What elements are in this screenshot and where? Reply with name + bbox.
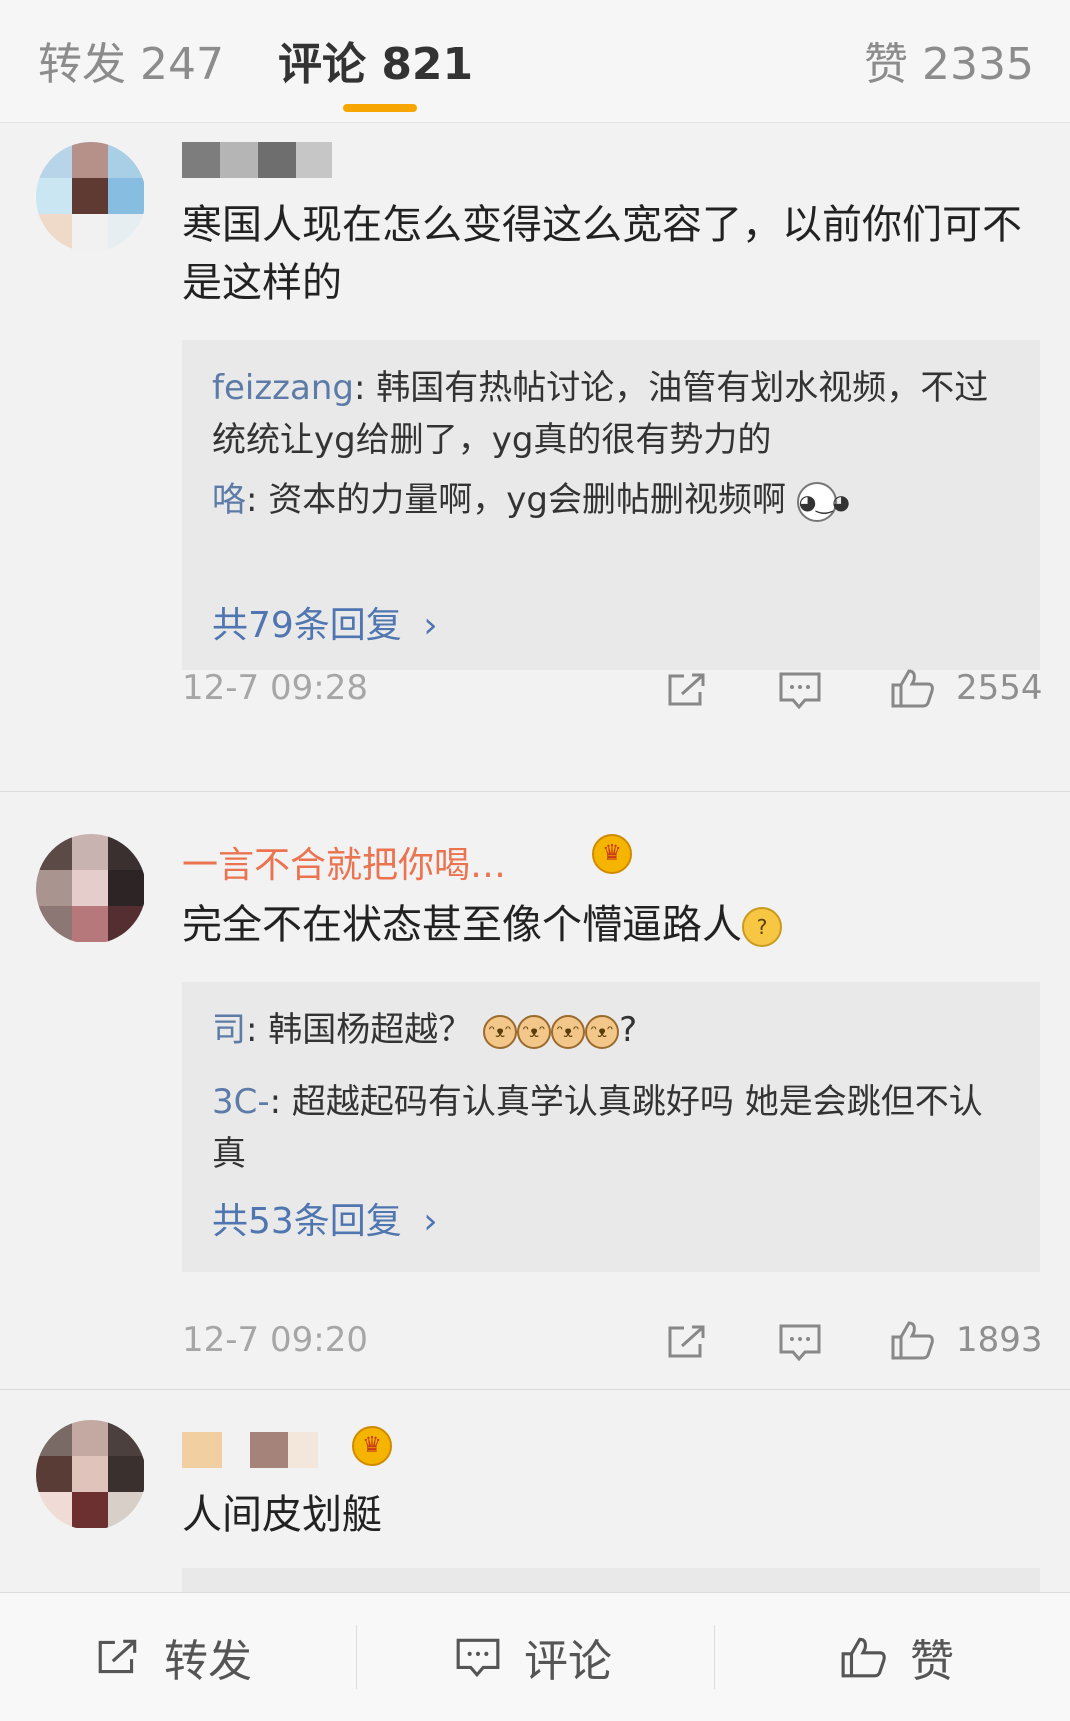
reply-username[interactable]: 3C- bbox=[212, 1082, 270, 1122]
comment-body: 完全不在状态甚至像个懵逼路人 bbox=[182, 902, 742, 948]
reply-item: 咯: 资本的力量啊，yg会删帖删视频啊 ◕‿◕ bbox=[212, 474, 1012, 526]
comment-icon[interactable] bbox=[777, 1322, 823, 1362]
reply-box[interactable] bbox=[182, 1568, 1040, 1592]
reply-count-label: 共53条回复 bbox=[212, 1201, 402, 1242]
tab-reposts[interactable]: 转发 247 bbox=[38, 28, 224, 92]
repost-icon[interactable] bbox=[664, 670, 710, 710]
like-button[interactable]: 赞 bbox=[840, 1593, 954, 1721]
like-icon bbox=[841, 1637, 886, 1678]
avatar[interactable] bbox=[36, 834, 146, 944]
like-count: 1893 bbox=[956, 1320, 1043, 1360]
comment-icon bbox=[456, 1638, 500, 1678]
reply-username[interactable]: 司 bbox=[212, 1010, 246, 1050]
active-tab-indicator bbox=[343, 104, 417, 112]
cat-emoji-icon: ᵔᴥᵔ bbox=[517, 1014, 552, 1049]
reply-text: : 超越起码有认真学认真跳好吗 她是会跳但不认真 bbox=[212, 1082, 983, 1174]
repost-label: 转发 bbox=[164, 1636, 252, 1687]
reply-item: 司: 韩国杨超越？ ᵔᴥᵔ ᵔᴥᵔ ᵔᴥᵔ ᵔᴥᵔ? bbox=[212, 1010, 638, 1050]
cat-emoji-icon: ᵔᴥᵔ bbox=[483, 1014, 518, 1049]
reply-box[interactable]: 司: 韩国杨超越？ ᵔᴥᵔ ᵔᴥᵔ ᵔᴥᵔ ᵔᴥᵔ? 3C-: 超越起码有认真学认真跳… bbox=[182, 982, 1040, 1272]
comment-text: 人间皮划艇 bbox=[182, 1492, 382, 1538]
comment-label: 评论 bbox=[524, 1636, 612, 1687]
bottom-action-bar: 转发 评论 赞 bbox=[0, 1592, 1070, 1721]
divider bbox=[714, 1625, 715, 1689]
comment-item: 寒国人现在怎么变得这么宽容了，以前你们可不是这样的 feizzang: 韩国有热… bbox=[0, 122, 1070, 792]
like-label: 赞 bbox=[910, 1636, 954, 1687]
cat-emoji-icon: ᵔᴥᵔ bbox=[585, 1014, 620, 1049]
view-all-replies-link[interactable]: 共53条回复 › bbox=[212, 1192, 438, 1244]
reply-item: 3C-: 超越起码有认真学认真跳好吗 她是会跳但不认真 bbox=[212, 1076, 1012, 1180]
vip-crown-icon: ♛ bbox=[352, 1426, 392, 1466]
confused-emoji-icon: ? bbox=[742, 907, 782, 947]
panda-emoji-icon: ◕‿◕ bbox=[796, 481, 850, 522]
username[interactable]: 一言不合就把你喝… bbox=[182, 836, 506, 886]
comment-icon[interactable] bbox=[777, 670, 823, 710]
chevron-right-icon: › bbox=[423, 1201, 438, 1242]
comment-tab-bar: 转发 247 评论 821 赞 2335 bbox=[0, 0, 1070, 123]
username-redacted[interactable] bbox=[182, 142, 332, 182]
repost-icon[interactable] bbox=[664, 1322, 710, 1362]
comment-button[interactable]: 评论 bbox=[454, 1593, 612, 1721]
cat-emoji-icon: ᵔᴥᵔ bbox=[551, 1014, 586, 1049]
tab-likes[interactable]: 赞 2335 bbox=[864, 28, 1034, 92]
reply-item: feizzang: 韩国有热帖讨论，油管有划水视频，不过统统让yg给删了，yg真… bbox=[212, 362, 1012, 466]
like-icon[interactable] bbox=[890, 1320, 936, 1360]
avatar[interactable] bbox=[36, 1420, 146, 1530]
vip-crown-icon: ♛ bbox=[592, 834, 632, 874]
comment-text: 寒国人现在怎么变得这么宽容了，以前你们可不是这样的 bbox=[182, 202, 1022, 306]
reply-username[interactable]: 咯 bbox=[212, 480, 246, 520]
chevron-right-icon: › bbox=[423, 605, 438, 646]
reply-text: : 韩国杨超越？ bbox=[246, 1010, 473, 1050]
username-redacted[interactable] bbox=[182, 1432, 332, 1472]
divider bbox=[356, 1625, 357, 1689]
reply-text: : 资本的力量啊，yg会删帖删视频啊 bbox=[246, 480, 786, 520]
reply-box[interactable]: feizzang: 韩国有热帖讨论，油管有划水视频，不过统统让yg给删了，yg真… bbox=[182, 340, 1040, 670]
like-icon[interactable] bbox=[890, 668, 936, 708]
comment-timestamp: 12-7 09:28 bbox=[182, 668, 368, 708]
like-count: 2554 bbox=[956, 668, 1043, 708]
comment-text: 完全不在状态甚至像个懵逼路人? bbox=[182, 896, 1042, 954]
repost-icon bbox=[98, 1639, 137, 1674]
reply-count-label: 共79条回复 bbox=[212, 605, 402, 646]
comment-item: 一言不合就把你喝… ♛ 完全不在状态甚至像个懵逼路人? 司: 韩国杨超越？ ᵔᴥ… bbox=[0, 792, 1070, 1390]
reply-username[interactable]: feizzang bbox=[212, 368, 354, 408]
repost-button[interactable]: 转发 bbox=[94, 1593, 252, 1721]
comment-timestamp: 12-7 09:20 bbox=[182, 1320, 368, 1360]
comment-item: ♛ 人间皮划艇 bbox=[0, 1390, 1070, 1592]
avatar[interactable] bbox=[36, 142, 146, 252]
view-all-replies-link[interactable]: 共79条回复 › bbox=[212, 596, 438, 648]
tab-comments[interactable]: 评论 821 bbox=[278, 28, 473, 92]
